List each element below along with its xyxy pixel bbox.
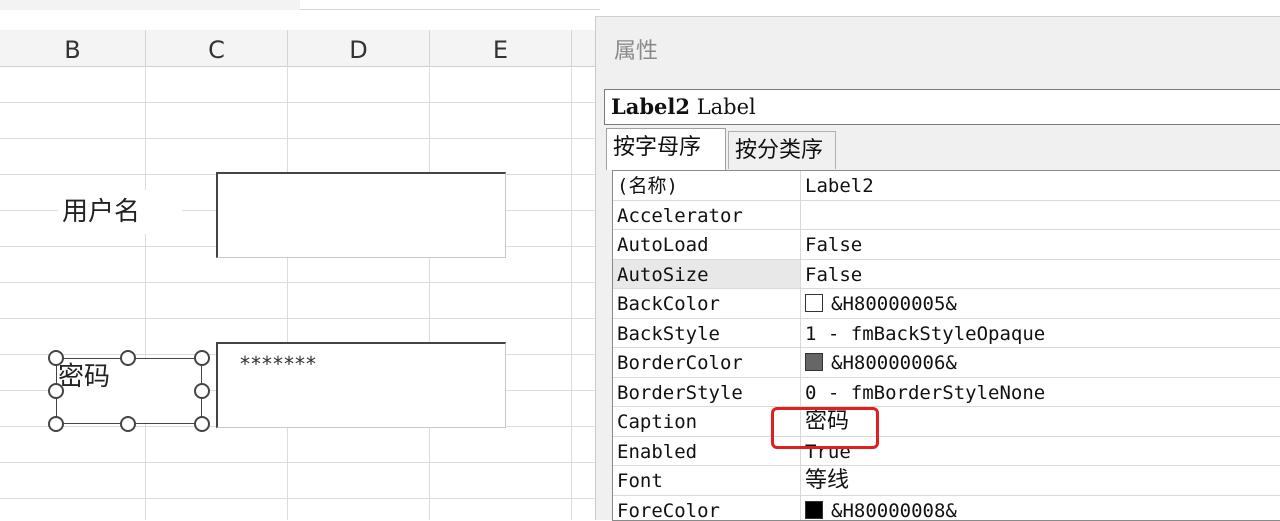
color-swatch-icon [805, 353, 823, 371]
property-row[interactable]: AutoSize False [613, 260, 1280, 290]
property-value[interactable] [803, 201, 805, 230]
column-header-d[interactable]: D [288, 30, 430, 66]
grid-line [145, 66, 146, 520]
property-row[interactable]: Accelerator [613, 201, 1280, 231]
property-value[interactable]: 1 - fmBackStyleOpaque [803, 319, 1045, 348]
property-value-color[interactable]: &H80000006& [803, 348, 957, 377]
property-value-text: &H80000005& [831, 293, 957, 315]
resize-handle-bottom-left[interactable] [48, 416, 64, 432]
property-row[interactable]: ForeColor &H80000008& [613, 496, 1280, 521]
property-value[interactable]: False [803, 230, 862, 259]
property-value[interactable]: Label2 [803, 171, 874, 200]
grid-line [429, 66, 430, 520]
property-value-color[interactable]: &H80000005& [803, 289, 957, 318]
property-name: Accelerator [613, 201, 801, 230]
property-row[interactable]: (名称) Label2 [613, 171, 1280, 201]
color-swatch-icon [805, 501, 823, 519]
column-header-row: B C D E [0, 30, 600, 67]
resize-handle-top-right[interactable] [194, 350, 210, 366]
property-name: BackStyle [613, 319, 801, 348]
property-value-color[interactable]: &H80000008& [803, 496, 957, 521]
grid-line [0, 282, 600, 283]
username-textbox[interactable] [216, 172, 506, 258]
resize-handle-bottom-right[interactable] [194, 416, 210, 432]
column-header-b[interactable]: B [0, 30, 146, 66]
caption-highlight-box [771, 407, 879, 449]
property-row[interactable]: AutoLoad False [613, 230, 1280, 260]
grid-line [0, 318, 600, 319]
column-header-e[interactable]: E [430, 30, 572, 66]
grid-line [571, 66, 572, 520]
property-row[interactable]: Caption 密码 [613, 407, 1280, 437]
color-swatch-icon [805, 294, 823, 312]
resize-handle-left[interactable] [48, 383, 64, 399]
property-row[interactable]: BackStyle 1 - fmBackStyleOpaque [613, 319, 1280, 349]
properties-window: 属性 Label2 Label 按字母序 按分类序 (名称) Label2 Ac… [595, 16, 1280, 520]
column-header-c[interactable]: C [146, 30, 288, 66]
property-grid: (名称) Label2 Accelerator AutoLoad False A… [612, 170, 1280, 521]
property-name: ForeColor [613, 496, 801, 521]
object-type: Label [697, 95, 756, 119]
property-row[interactable]: BorderColor &H80000006& [613, 348, 1280, 378]
grid-line [0, 498, 600, 499]
properties-title: 属性 [614, 33, 658, 65]
formula-bar-strip [0, 0, 600, 10]
property-row[interactable]: BorderStyle 0 - fmBorderStyleNone [613, 378, 1280, 408]
property-value[interactable]: 等线 [803, 466, 849, 495]
grid-line [0, 138, 600, 139]
property-name: (名称) [613, 171, 801, 200]
resize-handle-top[interactable] [120, 350, 136, 366]
formula-bar-input[interactable] [300, 0, 600, 10]
object-name: Label2 [611, 94, 690, 119]
property-name: BackColor [613, 289, 801, 318]
password-textbox[interactable]: ******* [216, 342, 506, 428]
property-value-text: &H80000006& [831, 352, 957, 374]
property-name: Font [613, 466, 801, 495]
property-value[interactable]: 0 - fmBorderStyleNone [803, 378, 1045, 407]
resize-handle-right[interactable] [194, 383, 210, 399]
spreadsheet-area[interactable]: B C D E 用户名 密码 ******* [0, 0, 600, 520]
property-value[interactable]: False [803, 260, 862, 289]
property-row[interactable]: BackColor &H80000005& [613, 289, 1280, 319]
resize-handle-bottom[interactable] [120, 416, 136, 432]
tab-categorized[interactable]: 按分类序 [728, 131, 836, 169]
username-label[interactable]: 用户名 [58, 190, 182, 234]
grid-line [287, 66, 288, 520]
property-name: AutoLoad [613, 230, 801, 259]
selection-frame [56, 358, 202, 424]
grid-line [0, 102, 600, 103]
resize-handle-top-left[interactable] [48, 350, 64, 366]
property-name: BorderStyle [613, 378, 801, 407]
property-name: AutoSize [613, 260, 801, 289]
property-value-text: &H80000008& [831, 500, 957, 521]
password-mask-text: ******* [240, 352, 317, 376]
property-name: BorderColor [613, 348, 801, 377]
tab-alphabetic[interactable]: 按字母序 [606, 128, 726, 170]
property-row[interactable]: Font 等线 [613, 466, 1280, 496]
grid-line [0, 462, 600, 463]
property-row[interactable]: Enabled True [613, 437, 1280, 467]
object-selector-combo[interactable]: Label2 Label [604, 89, 1280, 125]
